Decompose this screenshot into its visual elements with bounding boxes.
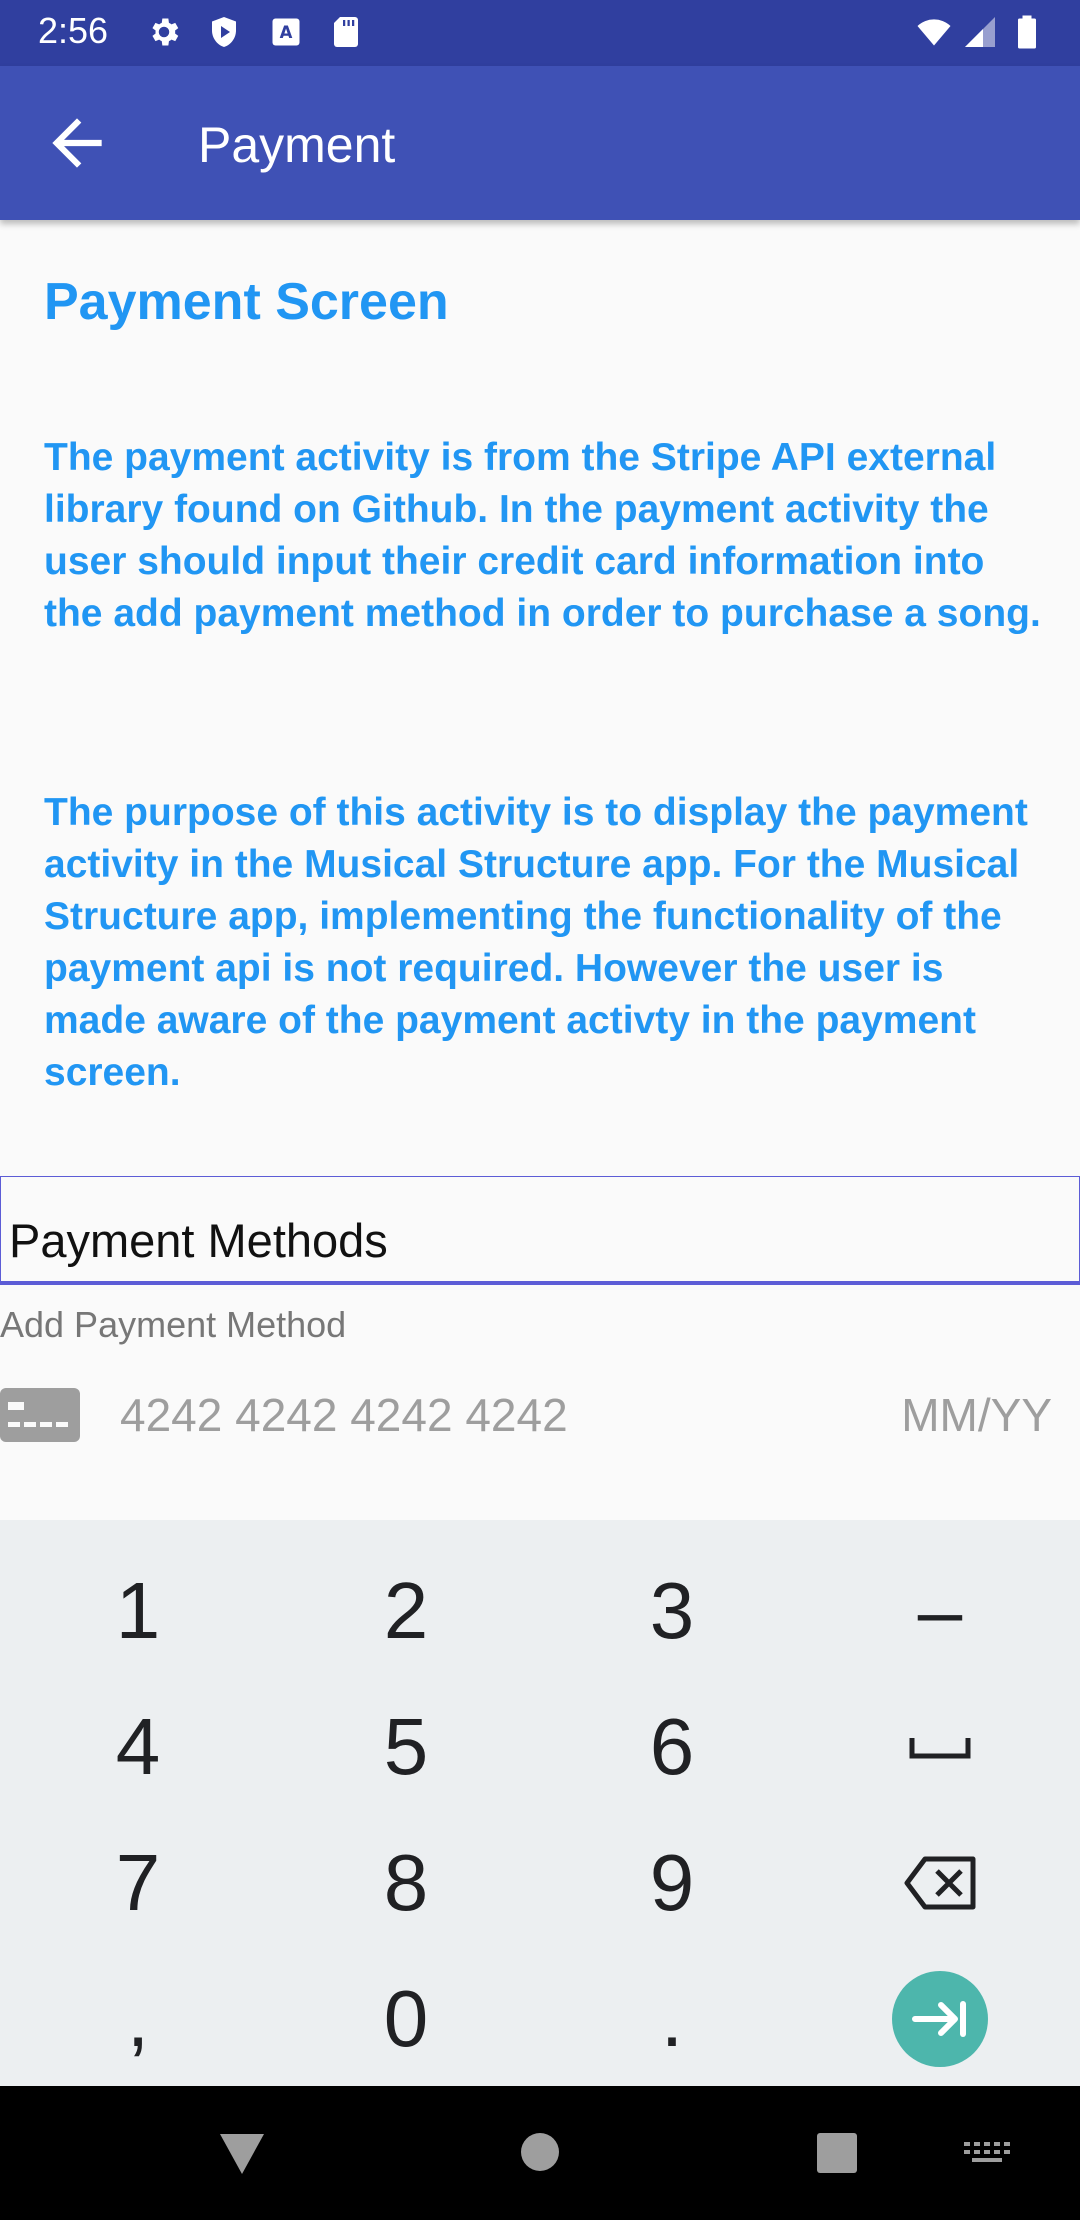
payment-methods-field[interactable]: Payment Methods: [0, 1176, 1080, 1285]
add-payment-method-label: Add Payment Method: [0, 1304, 347, 1345]
credit-card-icon: [0, 1388, 80, 1442]
svg-text:A: A: [280, 23, 293, 42]
keyboard-switch-icon[interactable]: [964, 2142, 1010, 2166]
back-triangle-icon[interactable]: [218, 2132, 266, 2176]
space-icon: [909, 1738, 971, 1759]
screen-title: Payment Screen: [44, 273, 449, 331]
key-4[interactable]: 4: [38, 1682, 238, 1812]
app-bar-title: Payment: [198, 117, 396, 173]
key-5[interactable]: 5: [306, 1682, 506, 1812]
app-bar: Payment: [0, 66, 1080, 220]
keyboard-a-icon: A: [272, 18, 300, 46]
card-number-input[interactable]: 4242 4242 4242 4242: [120, 1388, 568, 1442]
expiry-input[interactable]: MM/YY: [901, 1388, 1052, 1442]
signal-icon: [965, 17, 995, 47]
numeric-keyboard: 1 2 3 – 4 5 6 7 8 9 , 0 .: [0, 1520, 1080, 2086]
wifi-icon: [917, 19, 951, 46]
key-3[interactable]: 3: [572, 1546, 772, 1676]
key-next-action[interactable]: [840, 1954, 1040, 2084]
description-paragraph-2: The purpose of this activity is to displ…: [44, 791, 1028, 1094]
key-6[interactable]: 6: [572, 1682, 772, 1812]
battery-icon: [1018, 15, 1036, 49]
arrow-left-icon[interactable]: [40, 106, 114, 180]
key-9[interactable]: 9: [572, 1818, 772, 1948]
settings-icon: [152, 18, 179, 46]
backspace-icon: [904, 1856, 976, 1910]
key-0[interactable]: 0: [306, 1954, 506, 2084]
system-nav-bar: [0, 2086, 1080, 2220]
key-dash[interactable]: –: [840, 1546, 1040, 1676]
key-2[interactable]: 2: [306, 1546, 506, 1676]
home-circle-icon[interactable]: [520, 2132, 560, 2172]
play-protect-icon: [212, 17, 236, 47]
payment-methods-label: Payment Methods: [9, 1214, 388, 1267]
key-8[interactable]: 8: [306, 1818, 506, 1948]
key-1[interactable]: 1: [38, 1546, 238, 1676]
key-comma[interactable]: ,: [38, 1954, 238, 2084]
key-space[interactable]: [840, 1682, 1040, 1812]
key-period[interactable]: .: [572, 1954, 772, 2084]
recents-square-icon[interactable]: [816, 2132, 858, 2174]
status-time: 2:56: [38, 10, 109, 51]
tab-next-icon: [892, 1971, 988, 2067]
card-input-row[interactable]: 4242 4242 4242 4242 MM/YY: [0, 1374, 1080, 1454]
key-backspace[interactable]: [840, 1818, 1040, 1948]
key-7[interactable]: 7: [38, 1818, 238, 1948]
description-paragraph-1: The payment activity is from the Stripe …: [44, 436, 1041, 635]
sd-card-icon: [334, 17, 358, 47]
status-bar: 2:56 A: [0, 0, 1080, 66]
